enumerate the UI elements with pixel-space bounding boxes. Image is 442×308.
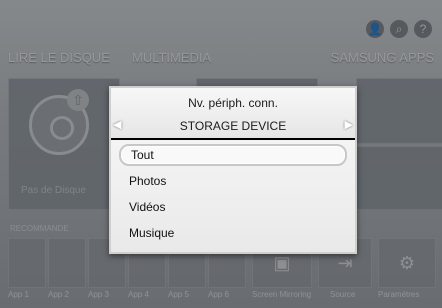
option-musique[interactable]: Musique: [119, 222, 347, 244]
option-tout[interactable]: Tout: [119, 144, 347, 166]
option-videos[interactable]: Vidéos: [119, 196, 347, 218]
dialog-options-list: Tout Photos Vidéos Musique: [111, 140, 355, 252]
dialog-title: Nv. périph. conn.: [188, 96, 278, 110]
dialog-header: Nv. périph. conn. ◀ STORAGE DEVICE ▶: [111, 88, 355, 138]
device-name: STORAGE DEVICE: [179, 119, 287, 133]
option-photos[interactable]: Photos: [119, 170, 347, 192]
chevron-right-icon[interactable]: ▶: [345, 118, 353, 131]
home-screen: 👤 ⌕ ? LIRE LE DISQUE MULTIMEDIA SAMSUNG …: [0, 0, 442, 308]
new-device-dialog: Nv. périph. conn. ◀ STORAGE DEVICE ▶ Tou…: [109, 86, 357, 254]
